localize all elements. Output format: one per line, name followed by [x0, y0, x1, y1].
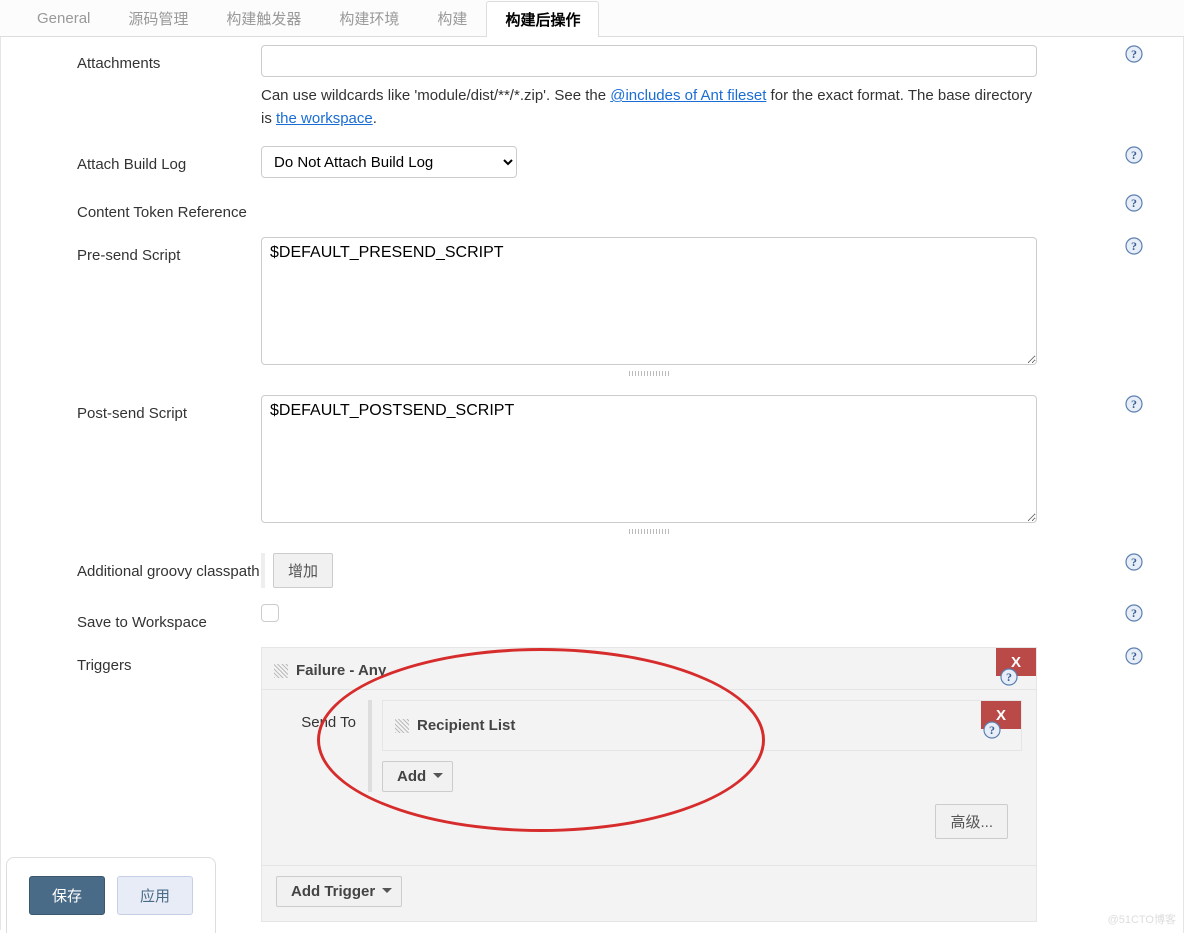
tabs-bar: General 源码管理 构建触发器 构建环境 构建 构建后操作 [0, 0, 1184, 37]
help-icon[interactable] [1125, 647, 1143, 665]
workspace-link[interactable]: the workspace [276, 110, 373, 127]
save-workspace-label: Save to Workspace [1, 604, 261, 631]
help-icon[interactable] [1125, 553, 1143, 571]
presend-label: Pre-send Script [1, 237, 261, 264]
attachments-help: Can use wildcards like 'module/dist/**/*… [261, 77, 1037, 130]
tab-general[interactable]: General [18, 0, 109, 36]
help-icon[interactable] [1125, 146, 1143, 164]
help-icon[interactable] [983, 721, 1001, 743]
trigger-title: Failure - Any [296, 662, 386, 679]
drag-icon[interactable] [274, 664, 288, 678]
resizer-handle[interactable] [261, 369, 1037, 379]
save-workspace-checkbox[interactable] [261, 604, 279, 622]
content-token-label: Content Token Reference [1, 194, 261, 221]
save-bar: 保存 应用 [6, 857, 216, 933]
watermark: @51CTO博客 [1108, 911, 1176, 927]
triggers-label: Triggers [1, 647, 261, 674]
advanced-button[interactable]: 高级... [935, 804, 1008, 839]
tab-scm[interactable]: 源码管理 [109, 0, 207, 36]
presend-textarea[interactable]: $DEFAULT_PRESEND_SCRIPT [261, 237, 1037, 365]
trigger-header: Failure - Any [262, 648, 1036, 690]
postsend-textarea[interactable]: $DEFAULT_POSTSEND_SCRIPT [261, 395, 1037, 523]
attach-build-log-select[interactable]: Do Not Attach Build Log [261, 146, 517, 178]
save-button[interactable]: 保存 [29, 876, 105, 915]
help-icon[interactable] [1125, 604, 1143, 622]
help-icon[interactable] [1125, 194, 1143, 212]
apply-button[interactable]: 应用 [117, 876, 193, 915]
help-icon[interactable] [1125, 395, 1143, 413]
help-icon[interactable] [1125, 45, 1143, 63]
postsend-label: Post-send Script [1, 395, 261, 422]
add-trigger-button[interactable]: Add Trigger [276, 876, 402, 907]
help-icon[interactable] [1125, 237, 1143, 255]
resizer-handle[interactable] [261, 527, 1037, 537]
recipient-block: X Recipient List [382, 700, 1022, 751]
attach-build-log-label: Attach Build Log [1, 146, 261, 173]
tab-build-env[interactable]: 构建环境 [320, 0, 418, 36]
help-icon[interactable] [1000, 668, 1018, 690]
add-recipient-button[interactable]: Add [382, 761, 453, 792]
drag-icon[interactable] [395, 719, 409, 733]
includes-link[interactable]: @includes of Ant fileset [610, 87, 766, 104]
triggers-container: X Failure - Any Send To X Recipient List [261, 647, 1037, 922]
send-to-label: Send To [276, 700, 368, 792]
tab-build[interactable]: 构建 [418, 0, 486, 36]
recipient-list-label: Recipient List [417, 717, 515, 734]
attachments-label: Attachments [1, 45, 261, 72]
classpath-add-button[interactable]: 增加 [273, 553, 333, 588]
attachments-input[interactable] [261, 45, 1037, 77]
tab-post-build[interactable]: 构建后操作 [486, 1, 599, 37]
tab-build-triggers[interactable]: 构建触发器 [207, 0, 320, 36]
classpath-label: Additional groovy classpath [1, 553, 261, 580]
